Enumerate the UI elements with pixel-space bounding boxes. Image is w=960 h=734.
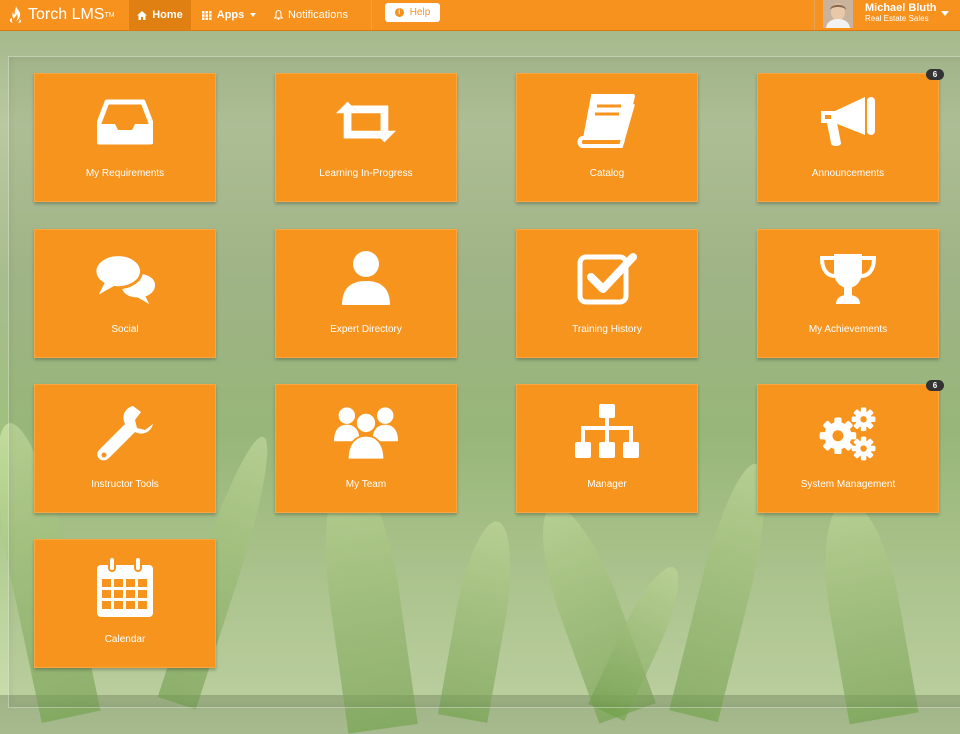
tile-my-team[interactable]: My Team bbox=[275, 384, 457, 513]
checkbox-icon bbox=[575, 248, 639, 308]
logo-text: Torch LMS bbox=[28, 6, 105, 23]
user-menu-caret-icon[interactable] bbox=[941, 11, 949, 16]
help-button[interactable]: i Help bbox=[385, 3, 440, 22]
avatar[interactable] bbox=[823, 0, 853, 28]
tile-label: Expert Directory bbox=[330, 324, 402, 335]
tile-announcements[interactable]: Announcements bbox=[757, 73, 939, 202]
nav-notifications[interactable]: Notifications bbox=[266, 0, 356, 30]
nav-apps-label: Apps bbox=[216, 9, 245, 21]
nav-divider bbox=[371, 0, 372, 30]
inbox-icon bbox=[93, 92, 157, 152]
tile-label: Catalog bbox=[589, 168, 625, 179]
tile-label: Manager bbox=[587, 479, 627, 490]
user-name[interactable]: Michael Bluth bbox=[865, 2, 937, 14]
grid-icon bbox=[201, 10, 212, 20]
tile-label: Calendar bbox=[104, 634, 146, 645]
tile-my-requirements[interactable]: My Requirements bbox=[34, 73, 216, 202]
retweet-icon bbox=[334, 92, 398, 152]
book-icon bbox=[575, 92, 639, 152]
tile-system-management[interactable]: System Management bbox=[757, 384, 939, 513]
nav-home[interactable]: Home bbox=[129, 0, 191, 30]
org-chart-icon bbox=[575, 403, 639, 463]
tile-training-history[interactable]: Training History bbox=[516, 229, 698, 358]
tile-label: Announcements bbox=[811, 168, 885, 179]
tile-manager[interactable]: Manager bbox=[516, 384, 698, 513]
user-icon bbox=[334, 248, 398, 308]
nav-notifications-label: Notifications bbox=[288, 9, 348, 21]
tile-catalog[interactable]: Catalog bbox=[516, 73, 698, 202]
top-navigation-bar: Torch LMS TM Home Apps Notifications i He… bbox=[0, 0, 960, 31]
tile-my-achievements[interactable]: My Achievements bbox=[757, 229, 939, 358]
tile-expert-directory[interactable]: Expert Directory bbox=[275, 229, 457, 358]
tile-calendar[interactable]: Calendar bbox=[34, 539, 216, 668]
nav-home-label: Home bbox=[152, 9, 183, 21]
caret-down-icon bbox=[250, 13, 257, 17]
tile-label: Training History bbox=[572, 324, 642, 335]
megaphone-icon bbox=[816, 92, 880, 152]
home-icon bbox=[137, 10, 148, 20]
torch-lms-logo[interactable]: Torch LMS TM bbox=[8, 4, 115, 26]
tile-label: Social bbox=[111, 324, 139, 335]
gears-icon bbox=[816, 403, 880, 463]
tile-label: Instructor Tools bbox=[91, 479, 159, 490]
tile-label: My Requirements bbox=[85, 168, 165, 179]
user-role: Real Estate Sales bbox=[865, 14, 929, 23]
system-management-badge: 6 bbox=[926, 380, 944, 391]
calendar-icon bbox=[93, 557, 157, 618]
tile-label: System Management bbox=[800, 479, 896, 490]
chat-bubbles-icon bbox=[93, 248, 157, 308]
tile-label: Learning In-Progress bbox=[319, 168, 413, 179]
group-icon bbox=[334, 403, 398, 463]
tile-instructor-tools[interactable]: Instructor Tools bbox=[34, 384, 216, 513]
tile-learning-in-progress[interactable]: Learning In-Progress bbox=[275, 73, 457, 202]
nav-apps[interactable]: Apps bbox=[197, 0, 261, 30]
wrench-icon bbox=[93, 403, 157, 463]
tile-label: My Team bbox=[345, 479, 387, 490]
info-icon: i bbox=[394, 8, 404, 17]
user-photo bbox=[823, 0, 853, 28]
flame-icon bbox=[9, 6, 22, 23]
user-divider bbox=[814, 0, 815, 30]
help-label: Help bbox=[409, 7, 431, 18]
logo-trademark: TM bbox=[104, 11, 115, 19]
tile-label: My Achievements bbox=[808, 324, 888, 335]
tile-social[interactable]: Social bbox=[34, 229, 216, 358]
bell-icon bbox=[274, 10, 284, 20]
trophy-icon bbox=[816, 248, 880, 308]
announcements-badge: 6 bbox=[926, 69, 944, 80]
